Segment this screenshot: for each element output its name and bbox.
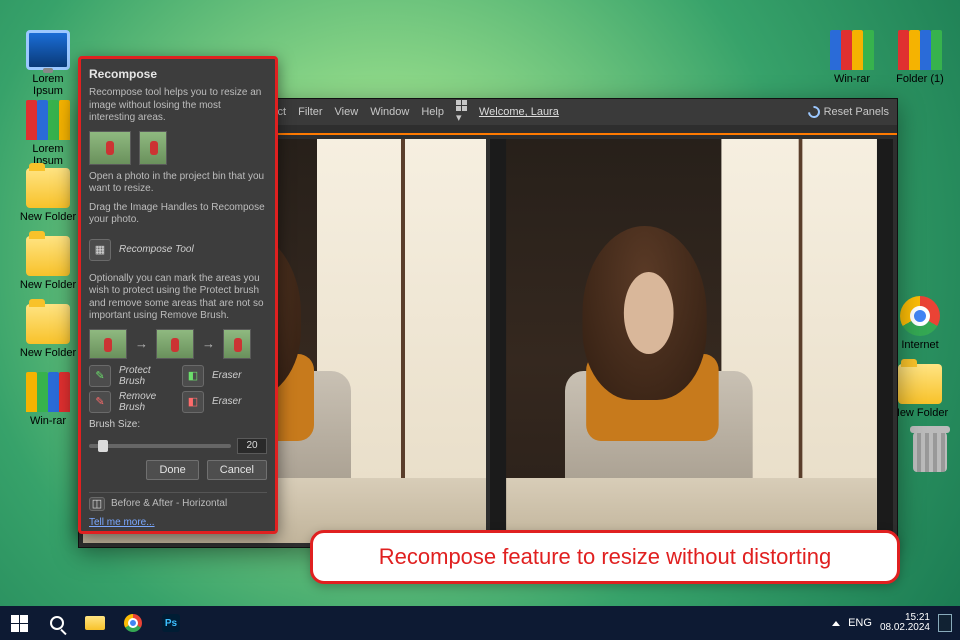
chrome-icon	[124, 614, 142, 632]
icon-label: Win-rar	[820, 73, 884, 85]
icon-label: New Folder	[16, 211, 80, 223]
icon-label: Lorem Ipsum	[16, 143, 80, 167]
recompose-panel: Recompose Recompose tool helps you to re…	[78, 56, 278, 534]
desktop-icon-winrar-2[interactable]: Win-rar	[820, 30, 884, 85]
welcome-link[interactable]: Welcome, Laura	[479, 106, 559, 118]
recompose-tool-row[interactable]: ▦ Recompose Tool	[89, 233, 267, 267]
annotation-callout: Recompose feature to resize without dist…	[310, 530, 900, 584]
reset-icon	[805, 104, 822, 121]
panel-step3: Optionally you can mark the areas you wi…	[89, 273, 267, 323]
thumb-step1-icon	[89, 329, 127, 359]
desktop-icon-binders[interactable]: Lorem Ipsum	[16, 100, 80, 167]
taskbar-chrome[interactable]	[114, 606, 152, 640]
recompose-tool-icon: ▦	[89, 239, 111, 261]
folder-icon	[26, 236, 70, 276]
menu-window[interactable]: Window	[370, 106, 409, 118]
search-icon	[50, 616, 64, 630]
menu-help[interactable]: Help	[421, 106, 444, 118]
done-button[interactable]: Done	[146, 460, 198, 480]
brush-flow-thumbs: → →	[89, 329, 267, 359]
windows-icon	[11, 615, 28, 632]
brush-size-label: Brush Size:	[89, 419, 267, 430]
search-button[interactable]	[38, 606, 76, 640]
thumb-step3-icon	[223, 329, 251, 359]
brush-tools: ✎ Protect Brush ◧ Eraser ✎ Remove Brush …	[89, 365, 267, 413]
taskbar: Ps ENG 15:21 08.02.2024	[0, 606, 960, 640]
folder-icon	[26, 304, 70, 344]
brush-size-slider[interactable]	[89, 444, 231, 448]
desktop-icon-winrar-1[interactable]: Win-rar	[16, 372, 80, 427]
binders-icon	[26, 372, 70, 412]
tray-language[interactable]: ENG	[848, 617, 872, 629]
desktop-icon-pc[interactable]: Lorem Ipsum	[16, 30, 80, 97]
folder-icon	[898, 364, 942, 404]
desktop-icon-trash[interactable]	[898, 432, 960, 475]
desktop-icon-folder-1[interactable]: New Folder	[16, 168, 80, 223]
reset-label: Reset Panels	[824, 106, 889, 118]
slider-thumb-icon[interactable]	[98, 440, 108, 452]
brush-size-value[interactable]: 20	[237, 438, 267, 454]
thumb-step2-icon	[156, 329, 194, 359]
remove-brush-icon[interactable]: ✎	[89, 391, 111, 413]
arrow-icon: →	[135, 336, 148, 351]
folder-icon	[85, 616, 105, 630]
thumb-before-icon	[89, 131, 131, 165]
protect-brush-icon[interactable]: ✎	[89, 365, 111, 387]
panel-title: Recompose	[89, 67, 267, 81]
ps-icon: Ps	[162, 614, 180, 632]
panel-step1: Open a photo in the project bin that you…	[89, 171, 267, 196]
icon-label: New Folder	[16, 347, 80, 359]
callout-text: Recompose feature to resize without dist…	[379, 544, 831, 570]
icon-label: New Folder	[16, 279, 80, 291]
panel-intro: Recompose tool helps you to resize an im…	[89, 87, 267, 125]
arrow-icon: →	[202, 336, 215, 351]
protect-eraser-label: Eraser	[212, 370, 267, 381]
icon-label: Win-rar	[16, 415, 80, 427]
desktop-icon-folder-2[interactable]: New Folder	[16, 236, 80, 291]
trash-icon	[913, 432, 947, 472]
compare-mode-icon[interactable]: ◫	[89, 497, 105, 511]
protect-brush-label: Protect Brush	[119, 365, 174, 387]
icon-label: Folder (1)	[888, 73, 952, 85]
taskbar-photoshop[interactable]: Ps	[152, 606, 190, 640]
pc-icon	[26, 30, 70, 70]
menu-view[interactable]: View	[335, 106, 359, 118]
chrome-icon	[900, 296, 940, 336]
thumb-after-icon	[139, 131, 167, 165]
folder-icon	[26, 168, 70, 208]
photo-after[interactable]	[490, 139, 893, 543]
binders-icon	[830, 30, 874, 70]
panel-step2: Drag the Image Handles to Recompose your…	[89, 202, 267, 227]
view-grid-button[interactable]: ▾	[456, 100, 467, 124]
reset-panels-button[interactable]: Reset Panels	[808, 106, 889, 118]
taskbar-explorer[interactable]	[76, 606, 114, 640]
intro-thumbs	[89, 131, 267, 165]
remove-eraser-icon[interactable]: ◧	[182, 391, 204, 413]
desktop-icon-folder-3[interactable]: New Folder	[16, 304, 80, 359]
recompose-tool-label: Recompose Tool	[119, 244, 194, 255]
binders-icon	[898, 30, 942, 70]
action-center-icon[interactable]	[938, 614, 952, 632]
tray-overflow-icon[interactable]	[832, 621, 840, 626]
menu-filter[interactable]: Filter	[298, 106, 322, 118]
desktop-icon-folder-r1[interactable]: Folder (1)	[888, 30, 952, 85]
taskbar-clock[interactable]: 15:21 08.02.2024	[880, 613, 930, 634]
protect-eraser-icon[interactable]: ◧	[182, 365, 204, 387]
cancel-button[interactable]: Cancel	[207, 460, 267, 480]
start-button[interactable]	[0, 606, 38, 640]
binders-icon	[26, 100, 70, 140]
tell-me-more-link[interactable]: Tell me more...	[89, 517, 267, 528]
compare-mode-label: Before & After - Horizontal	[111, 498, 227, 509]
remove-brush-label: Remove Brush	[119, 391, 174, 413]
icon-label: Lorem Ipsum	[16, 73, 80, 97]
remove-eraser-label: Eraser	[212, 396, 267, 407]
system-tray: ENG 15:21 08.02.2024	[824, 613, 960, 634]
clock-date: 08.02.2024	[880, 623, 930, 634]
